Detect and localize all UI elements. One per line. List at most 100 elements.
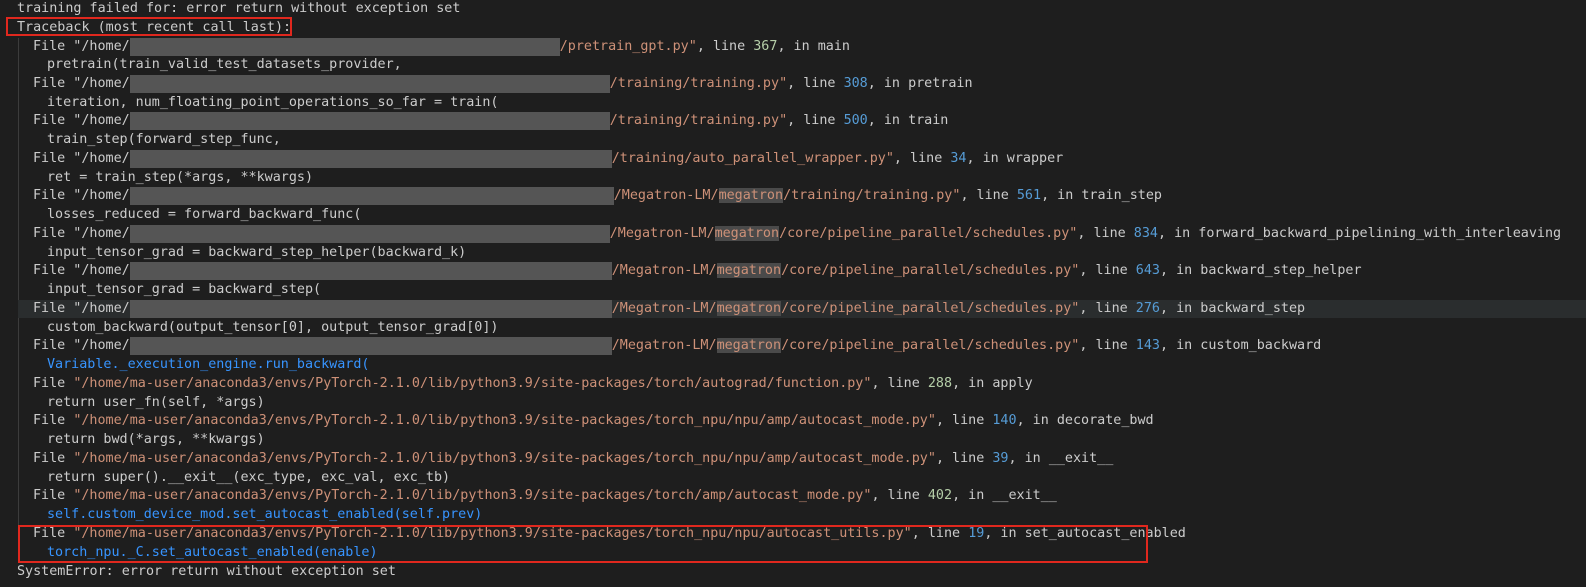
- quote: ": [688, 39, 697, 54]
- file-prefix: File "/home/: [33, 226, 130, 241]
- file-path: /core/pipeline_parallel/schedules.py: [781, 301, 1072, 316]
- error-header: training failed for: error return withou…: [0, 0, 460, 18]
- function-name: pretrain: [908, 76, 973, 91]
- code-text: return user_fn(self, *args): [47, 395, 265, 410]
- system-error-line: SystemError: error return without except…: [0, 563, 396, 581]
- line-number: 367: [753, 39, 778, 54]
- frame-file-line: File "/home/ /Megatron-LM/megatron/traini…: [33, 187, 1162, 205]
- line-number: 276: [1135, 301, 1160, 316]
- frame-code-line: self.custom_device_mod.set_autocast_enab…: [0, 506, 482, 524]
- function-name: __exit__: [992, 488, 1057, 503]
- redacted-path: [129, 75, 610, 93]
- frame-code-line: custom_backward(output_tensor[0], output…: [0, 319, 498, 337]
- line-number: 140: [992, 413, 1017, 428]
- quote: ": [779, 76, 788, 91]
- line-number: 39: [992, 451, 1009, 466]
- file-path: /training/training.py: [609, 76, 780, 91]
- function-name: wrapper: [1006, 151, 1064, 166]
- frame-code-line: ret = train_step(*args, **kwargs): [0, 169, 313, 187]
- terminal-panel[interactable]: training failed for: error return withou…: [0, 0, 1586, 587]
- frame-file-line: File "/home//pretrain_gpt.py", line 367,…: [33, 38, 850, 56]
- code-text: ret = train_step(*args, **kwargs): [47, 170, 314, 185]
- file-prefix: File "/home/: [33, 39, 130, 54]
- quote: ": [779, 113, 788, 128]
- file-prefix: File "/home/: [33, 338, 130, 353]
- line-number: 834: [1133, 226, 1158, 241]
- frame-file-line: File "/home//training/training.py", line…: [33, 112, 949, 130]
- function-name: forward_backward_pipelining_with_interle…: [1198, 226, 1562, 241]
- file-path: /training/training.py: [783, 188, 953, 203]
- line-number: 500: [843, 113, 868, 128]
- file-prefix: File "/home/: [33, 76, 130, 91]
- frame-file-line: File "/home/ma-user/anaconda3/envs/PyTor…: [33, 413, 1154, 428]
- line-number: 308: [843, 76, 868, 91]
- frame-file-line: File "/home/ma-user/anaconda3/envs/PyTor…: [33, 488, 1057, 503]
- frame-file-line: File "/home/ /training/auto_parallel_wrap…: [33, 150, 1064, 168]
- frame-code-line: Variable._execution_engine.run_backward(: [0, 356, 369, 374]
- line-number: 643: [1135, 263, 1160, 278]
- redacted-path: [129, 225, 610, 243]
- system-error-text: SystemError: error return without except…: [17, 564, 396, 579]
- file-path: /core/pipeline_parallel/schedules.py: [781, 338, 1072, 353]
- frame-code-line: pretrain(train_valid_test_datasets_provi…: [0, 56, 402, 74]
- code-text: iteration, num_floating_point_operations…: [47, 95, 499, 110]
- file-prefix: File "/home/: [33, 188, 130, 203]
- file-prefix: File "/home/: [33, 263, 130, 278]
- redacted-path: [129, 187, 614, 205]
- search-match-highlight: megatron: [716, 263, 782, 278]
- file-prefix: File "/home/: [33, 113, 130, 128]
- last-frame-annotation-box: [18, 525, 1148, 563]
- function-name: backward_step: [1200, 301, 1306, 316]
- frame-code-line: input_tensor_grad = backward_step(: [0, 281, 321, 299]
- traceback-annotation-box: [6, 17, 292, 36]
- file-path: /Megatron-LM/: [611, 301, 717, 316]
- frame-code-line: return user_fn(self, *args): [0, 394, 265, 412]
- line-number: 402: [927, 488, 953, 503]
- redacted-path: [129, 300, 612, 318]
- file-path: /pretrain_gpt.py: [559, 39, 689, 54]
- function-name: backward_step_helper: [1200, 263, 1362, 278]
- file-path: /Megatron-LM/: [613, 188, 719, 203]
- error-header-text: training failed for: error return withou…: [17, 1, 461, 16]
- function-name: main: [817, 39, 850, 54]
- redacted-path: [129, 150, 612, 168]
- frame-file-line: File "/home/ma-user/anaconda3/envs/PyTor…: [33, 376, 1033, 391]
- code-text: return super().__exit__(exc_type, exc_va…: [47, 470, 451, 485]
- frame-code-line: train_step(forward_step_func,: [0, 131, 281, 149]
- redacted-path: [129, 112, 610, 130]
- search-match-highlight: megatron: [716, 338, 782, 353]
- function-name: custom_backward: [1200, 338, 1322, 353]
- file-prefix: File "/home/: [33, 151, 130, 166]
- function-name: decorate_bwd: [1056, 413, 1154, 428]
- file-prefix: File "/home/: [33, 301, 130, 316]
- frame-code-line: input_tensor_grad = backward_step_helper…: [0, 244, 466, 262]
- file-path: /training/auto_parallel_wrapper.py: [611, 151, 886, 166]
- file-path: "/home/ma-user/anaconda3/envs/PyTorch-2.…: [73, 451, 936, 466]
- frame-code-line: losses_reduced = forward_backward_func(: [0, 206, 361, 224]
- function-name: train_step: [1081, 188, 1162, 203]
- frame-file-line: File "/home/ /Megatron-LM/megatron/core/p…: [33, 262, 1362, 280]
- line-number: 561: [1016, 188, 1042, 203]
- file-path: "/home/ma-user/anaconda3/envs/PyTorch-2.…: [73, 413, 936, 428]
- file-path: /core/pipeline_parallel/schedules.py: [781, 263, 1072, 278]
- file-path: /Megatron-LM/: [609, 226, 715, 241]
- frame-file-line: File "/home/ma-user/anaconda3/envs/PyTor…: [33, 451, 1114, 466]
- code-text: train_step(forward_step_func,: [47, 132, 281, 147]
- line-number: 34: [950, 151, 967, 166]
- function-name: apply: [992, 376, 1033, 391]
- redacted-path: [129, 337, 612, 355]
- frame-code-line: return bwd(*args, **kwargs): [0, 431, 265, 449]
- file-prefix: File: [33, 488, 74, 503]
- search-match-highlight: megatron: [718, 188, 784, 203]
- search-match-highlight: megatron: [716, 301, 782, 316]
- function-name: __exit__: [1048, 451, 1114, 466]
- code-text: custom_backward(output_tensor[0], output…: [47, 320, 499, 335]
- code-text: input_tensor_grad = backward_step_helper…: [47, 245, 467, 260]
- code-text: pretrain(train_valid_test_datasets_provi…: [47, 57, 402, 72]
- frame-file-line: File "/home/ /Megatron-LM/megatron/core/p…: [33, 337, 1322, 355]
- code-text: self.custom_device_mod.set_autocast_enab…: [47, 507, 483, 522]
- quote: ": [885, 151, 894, 166]
- file-prefix: File: [33, 451, 74, 466]
- file-prefix: File: [33, 376, 74, 391]
- redacted-path: [129, 38, 560, 56]
